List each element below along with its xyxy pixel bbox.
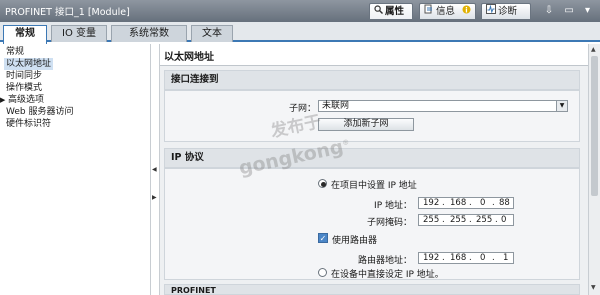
router-address-label: 路由器地址： [357,256,412,266]
subnet-value: 未联网 [322,101,350,111]
info-doc-icon [424,4,434,19]
divider [160,65,588,66]
tab-diagnostics-label: 诊断 [498,6,518,17]
set-ip-in-project-label: 在项目中设置 IP 地址 [331,181,417,191]
interface-section-body [164,90,580,142]
expand-right-icon[interactable]: ▶ [152,194,157,201]
subnet-mask-field[interactable]: 255 . 255 . 255 . 0 [418,214,514,226]
expand-arrow-icon[interactable]: ▶ [0,94,8,106]
router-octet: 192 [423,253,440,263]
window-title: PROFINET 接口_1 [Module] [5,7,130,18]
window-controls[interactable]: ⇩ ▭ ▾ [545,5,594,16]
tab-texts[interactable]: 文本 [191,25,233,42]
mask-octet: 0 [501,215,507,225]
nav-tree: 常规 以太网地址 时间同步 操作模式 ▶ 高级选项 Web 服务器访问 硬件标识符 [0,44,150,295]
ip-address-field[interactable]: 192 . 168 . 0 . 88 [418,197,514,209]
router-address-field[interactable]: 192 . 168 . 0 . 1 [418,252,514,264]
ip-octet: 192 [423,198,440,208]
mask-octet: 255 [476,215,493,225]
subnet-mask-label: 子网掩码： [366,218,412,228]
scrollbar-thumb[interactable] [591,56,598,196]
scroll-up-icon[interactable]: ▲ [591,46,596,53]
nav-item-advanced[interactable]: ▶ 高级选项 [0,94,44,106]
nav-item-label: 操作模式 [6,83,43,93]
tab-properties-label: 属性 [385,6,405,17]
mask-octet: 255 [450,215,467,225]
nav-item-label: 常规 [6,47,25,57]
nav-item-label: 高级选项 [8,95,45,105]
section-title: 以太网地址 [164,52,214,63]
nav-item-label: 以太网地址 [6,59,52,69]
ip-octet: 88 [499,198,510,208]
nav-item-ethernet-address[interactable]: 以太网地址 [4,58,54,70]
mask-octet: 255 [423,215,440,225]
ip-address-label: IP 地址： [374,201,412,211]
vertical-scrollbar[interactable]: ▲ ▼ [588,44,600,295]
nav-item-hardware-id[interactable]: 硬件标识符 [6,118,51,130]
info-icon: i [462,4,471,19]
profinet-section-header: PROFINET [164,284,580,295]
interface-section-header: 接口连接到 [164,70,580,90]
tab-system-constants[interactable]: 系统常数 [111,25,187,42]
tab-properties[interactable]: 属性 [369,3,413,20]
nav-item-label: 时间同步 [6,71,43,81]
tab-info-label: 信息 [436,6,456,17]
subnet-dropdown[interactable]: 未联网 ▼ [318,100,568,112]
scroll-down-icon[interactable]: ▼ [591,284,596,291]
nav-item-label: 硬件标识符 [6,119,52,129]
set-ip-on-device-label: 在设备中直接设定 IP 地址。 [331,270,444,280]
nav-item-time-sync[interactable]: 时间同步 [6,70,42,82]
collapse-left-icon[interactable]: ◀ [152,166,157,173]
add-subnet-button[interactable]: 添加新子网 [318,118,414,131]
ip-section-header: IP 协议 [164,148,580,168]
set-ip-on-device-radio[interactable] [318,268,327,277]
subtab-bar: 常规 IO 变量 系统常数 文本 [0,22,600,44]
diagnostics-icon [486,4,496,19]
router-octet: 0 [480,253,486,263]
set-ip-in-project-radio[interactable] [318,179,327,188]
use-router-checkbox[interactable]: ✓ [318,233,328,243]
nav-item-general[interactable]: 常规 [6,46,24,58]
nav-item-label: Web 服务器访问 [6,107,74,117]
tab-diagnostics[interactable]: 诊断 [481,3,531,20]
router-octet: 168 [450,253,467,263]
section-title-bar [160,44,588,66]
panel-splitter[interactable]: ◀ ▶ [150,44,160,295]
router-octet: 1 [503,253,509,263]
tab-info[interactable]: 信息 i [419,3,476,20]
tab-general[interactable]: 常规 [3,25,47,44]
tab-io-tags[interactable]: IO 变量 [51,25,107,42]
nav-item-web-server[interactable]: Web 服务器访问 [6,106,73,118]
ip-octet: 168 [450,198,467,208]
use-router-label: 使用路由器 [332,236,378,246]
ip-octet: 0 [480,198,486,208]
chevron-down-icon[interactable]: ▼ [556,101,567,111]
inspector-titlebar: PROFINET 接口_1 [Module] 属性 信息 i 诊断 ⇩ ▭ ▾ [0,0,600,22]
svg-text:i: i [465,6,467,14]
nav-item-operating-mode[interactable]: 操作模式 [6,82,42,94]
search-icon [374,4,383,19]
